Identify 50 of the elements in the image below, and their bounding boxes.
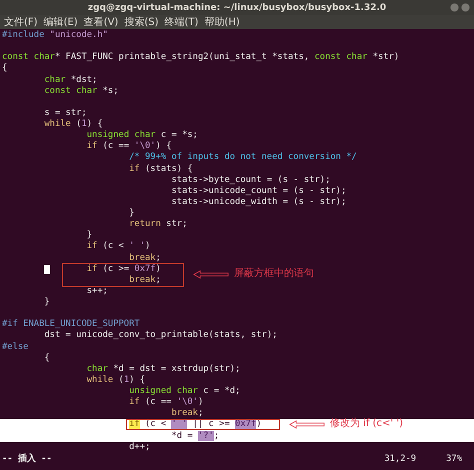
code-line: unsigned char c = *s; xyxy=(86,130,198,141)
annotation-text: 屏蔽方框中的语句 xyxy=(234,268,314,280)
menu-item[interactable]: 查看(V) xyxy=(84,15,118,30)
code-line: { xyxy=(43,352,50,364)
arrow-icon xyxy=(192,270,230,279)
code-line: d++; xyxy=(128,442,150,453)
code-line: break; xyxy=(128,252,161,264)
arrow-icon xyxy=(288,420,326,430)
code-line: return str; xyxy=(128,219,188,230)
code-line: break; xyxy=(128,274,161,286)
code-line: if (c == '\0') { xyxy=(86,141,172,152)
code-line: break; xyxy=(170,408,204,420)
code-line: if (c < ' ') xyxy=(86,241,150,253)
code-line: unsigned char c = *d; xyxy=(128,386,240,397)
menu-item[interactable]: 编辑(E) xyxy=(44,15,78,30)
code-line: stats->unicode_width = (s - str); xyxy=(170,196,346,208)
code-line: #if ENABLE_UNICODE_SUPPORT xyxy=(2,319,140,330)
code-line: char *d = dst = xstrdup(str); xyxy=(86,364,240,375)
annotation-text: 修改为 if (c<' ') xyxy=(330,418,404,430)
code-line: stats->unicode_count = (s - str); xyxy=(170,186,346,197)
menu-item[interactable]: 搜索(S) xyxy=(124,15,158,30)
code-line: { xyxy=(2,63,8,75)
scroll-percent: 37% xyxy=(446,454,462,464)
code-line: if (stats) { xyxy=(128,164,193,175)
code-line: #else xyxy=(2,342,28,353)
code-line: s++; xyxy=(86,286,108,298)
menu-item[interactable]: 文件(F) xyxy=(4,15,38,30)
menu-item[interactable]: 终端(T) xyxy=(164,15,198,30)
code-line: if (c == '\0') xyxy=(128,397,204,408)
mode-indicator: -- 插入 -- xyxy=(2,453,52,466)
window-title: zgq@zgq-virtual-machine: ~/linux/busybox/busybox-1.32.0 xyxy=(88,2,386,12)
code-line: while (1) { xyxy=(43,119,103,130)
maximize-button[interactable] xyxy=(461,3,470,12)
minimize-button[interactable] xyxy=(450,3,459,12)
code-line: const char* FAST_FUNC printable_string2(uni_stat_t *stats, const char *str) xyxy=(2,52,400,63)
code-line: *d = '?'; xyxy=(170,430,220,442)
code-line: } xyxy=(128,208,134,220)
code-line: #include "unicode.h" xyxy=(2,30,108,42)
code-line: dst = unicode_conv_to_printable(stats, str); xyxy=(43,330,278,342)
code-line: /* 99+% of inputs do not need conversion */ xyxy=(128,152,357,164)
code-line: char *dst; xyxy=(43,74,98,86)
code-line: while (1) { xyxy=(86,374,146,386)
cursor-position: 31,2-9 xyxy=(384,454,416,464)
code-line: stats->byte_count = (s - str); xyxy=(170,174,330,186)
code-line: const char *s; xyxy=(43,86,119,97)
menu-item[interactable]: 帮助(H) xyxy=(204,15,240,30)
code-line: if (c >= 0x7f) xyxy=(86,264,161,275)
code-line: } xyxy=(43,297,50,308)
code-line: } xyxy=(86,230,92,241)
code-line: s = str; xyxy=(43,108,87,119)
